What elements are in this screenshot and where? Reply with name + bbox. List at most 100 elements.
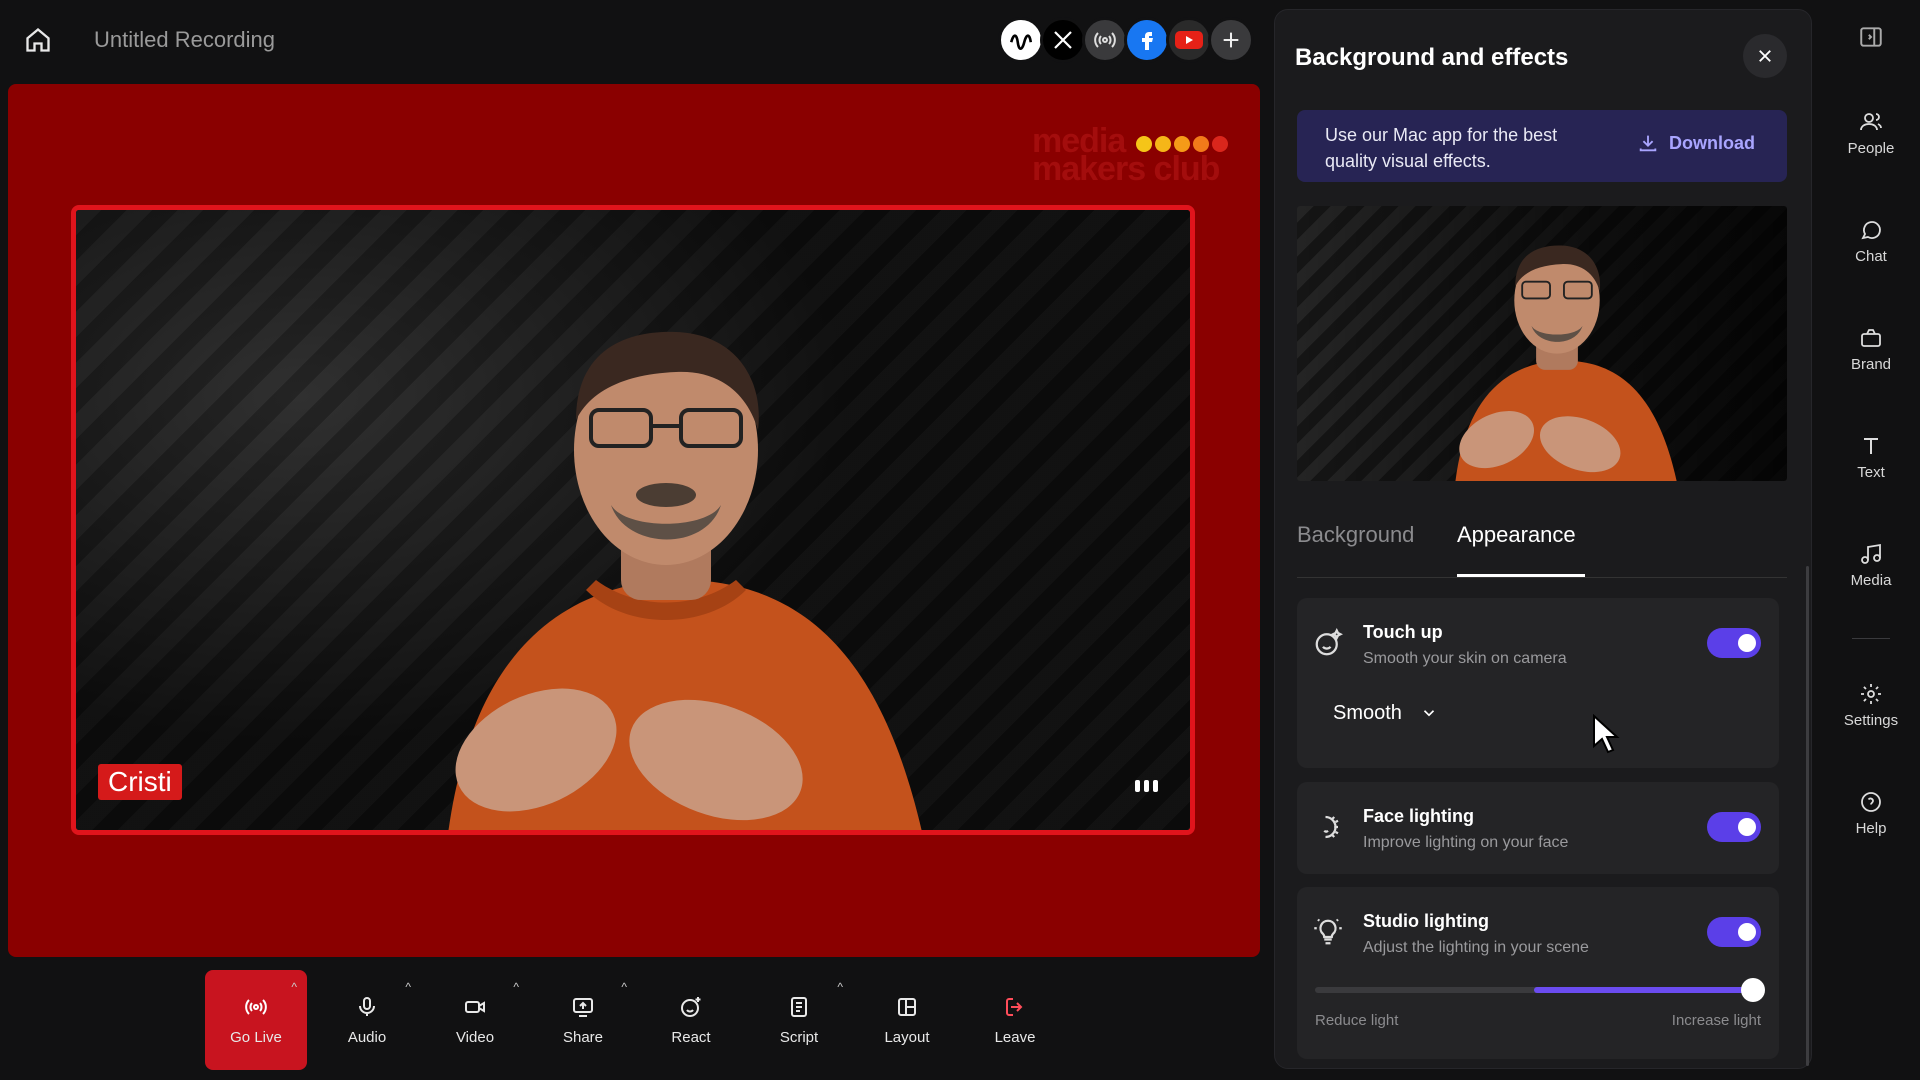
face-lighting-card: Face lighting Improve lighting on your f… <box>1297 782 1779 874</box>
add-destination-button[interactable] <box>1208 17 1254 63</box>
touch-up-mode-dropdown[interactable]: Smooth <box>1315 688 1456 738</box>
chevron-up-icon[interactable]: ^ <box>621 980 627 994</box>
script-button[interactable]: Script ^ <box>745 970 853 1070</box>
touch-up-toggle[interactable] <box>1707 628 1761 658</box>
participant-video[interactable]: Cristi <box>71 205 1195 835</box>
participant-more-button[interactable] <box>1126 776 1166 796</box>
destination-facebook[interactable] <box>1124 17 1170 63</box>
people-icon <box>1860 113 1882 131</box>
wave-icon <box>1009 34 1033 50</box>
tab-appearance[interactable]: Appearance <box>1457 522 1576 548</box>
mouse-cursor-icon <box>1593 714 1620 754</box>
chat-icon <box>1861 221 1881 240</box>
sidebar-panel-icon <box>1860 27 1882 47</box>
share-label: Share <box>562 1028 604 1046</box>
video-button[interactable]: Video ^ <box>421 970 529 1070</box>
participant-name-tag: Cristi <box>98 764 182 800</box>
download-icon <box>1639 135 1657 152</box>
music-note-icon <box>1861 543 1881 564</box>
panel-title: Background and effects <box>1295 44 1569 71</box>
brand-dot <box>1212 136 1228 152</box>
layout-button[interactable]: Layout <box>853 970 961 1070</box>
rail-divider <box>1852 638 1890 639</box>
facebook-icon <box>1142 32 1153 50</box>
video-camera-icon <box>465 1000 485 1013</box>
screen-share-icon <box>573 997 593 1017</box>
go-live-button[interactable]: Go Live ^ <box>205 970 307 1070</box>
face-sparkle-icon <box>1315 628 1343 656</box>
media-label: Media <box>1850 572 1892 589</box>
brand-dot <box>1155 136 1171 152</box>
video-label: Video <box>455 1028 495 1046</box>
rail-settings[interactable]: Settings <box>1822 682 1920 729</box>
touch-up-mode-value: Smooth <box>1333 701 1402 724</box>
home-icon <box>26 27 50 52</box>
download-label: Download <box>1669 132 1755 153</box>
download-button[interactable]: Download <box>1637 132 1755 154</box>
camera-preview <box>1297 206 1787 481</box>
smiley-plus-icon <box>681 996 701 1017</box>
recording-title[interactable]: Untitled Recording <box>94 27 275 53</box>
studio-lighting-toggle[interactable] <box>1707 917 1761 947</box>
close-panel-button[interactable] <box>1743 34 1787 78</box>
help-label: Help <box>1855 820 1887 837</box>
rail-chat[interactable]: Chat <box>1822 218 1920 265</box>
studio-lighting-card: Studio lighting Adjust the lighting in y… <box>1297 887 1779 1059</box>
chevron-up-icon[interactable]: ^ <box>291 980 297 994</box>
face-lighting-title: Face lighting <box>1363 806 1475 826</box>
slider-fill <box>1534 987 1753 993</box>
script-label: Script <box>779 1028 819 1046</box>
rail-people[interactable]: People <box>1822 110 1920 157</box>
rail-help[interactable]: Help <box>1822 790 1920 837</box>
brand-logo: media makers club <box>1020 124 1230 186</box>
face-light-icon <box>1323 815 1339 839</box>
slider-handle[interactable] <box>1741 978 1765 1002</box>
rail-media[interactable]: Media <box>1822 542 1920 589</box>
exit-icon <box>1006 997 1023 1016</box>
settings-label: Settings <box>1843 712 1899 729</box>
brand-dot <box>1193 136 1209 152</box>
panel-scrollbar[interactable] <box>1806 566 1809 1066</box>
dot <box>1152 780 1158 792</box>
destination-podcast[interactable] <box>1082 17 1128 63</box>
chevron-up-icon[interactable]: ^ <box>837 980 843 994</box>
active-tab-indicator <box>1457 574 1585 577</box>
mac-app-promo: Use our Mac app for the best quality vis… <box>1297 110 1787 182</box>
chevron-up-icon[interactable]: ^ <box>513 980 519 994</box>
brand-dot <box>1174 136 1190 152</box>
brand-icon <box>1861 329 1881 347</box>
react-label: React <box>671 1028 711 1046</box>
toggle-sidebar-button[interactable] <box>1822 24 1920 50</box>
promo-text: Use our Mac app for the best quality vis… <box>1325 125 1558 171</box>
script-icon <box>791 996 807 1017</box>
layout-icon <box>898 997 916 1016</box>
slider-max-label: Increase light <box>1671 1012 1761 1029</box>
brand-dot <box>1136 136 1152 152</box>
text-icon <box>1864 438 1878 454</box>
leave-button[interactable]: Leave <box>961 970 1069 1070</box>
rail-brand[interactable]: Brand <box>1822 326 1920 373</box>
broadcast-icon <box>245 998 267 1015</box>
text-label: Text <box>1857 464 1885 481</box>
audio-button[interactable]: Audio ^ <box>313 970 421 1070</box>
studio-lighting-slider[interactable] <box>1315 978 1765 1002</box>
face-lighting-toggle[interactable] <box>1707 812 1761 842</box>
top-bar: Untitled Recording <box>0 0 1272 80</box>
dot <box>1143 780 1149 792</box>
rail-text[interactable]: Text <box>1822 434 1920 481</box>
podcast-icon <box>1094 32 1116 48</box>
chevron-up-icon[interactable]: ^ <box>405 980 411 994</box>
destination-x[interactable] <box>1040 17 1086 63</box>
participant-image <box>448 331 922 830</box>
x-logo-icon <box>1054 31 1072 49</box>
react-button[interactable]: React <box>637 970 745 1070</box>
microphone-icon <box>359 996 375 1016</box>
home-button[interactable] <box>20 22 56 58</box>
share-button[interactable]: Share ^ <box>529 970 637 1070</box>
tab-background[interactable]: Background <box>1297 522 1414 548</box>
destination-custom[interactable] <box>998 17 1044 63</box>
lightbulb-icon <box>1314 918 1342 945</box>
touch-up-card: Touch up Smooth your skin on camera Smoo… <box>1297 598 1779 768</box>
destination-youtube[interactable] <box>1166 17 1212 63</box>
brand-label: Brand <box>1850 356 1892 373</box>
